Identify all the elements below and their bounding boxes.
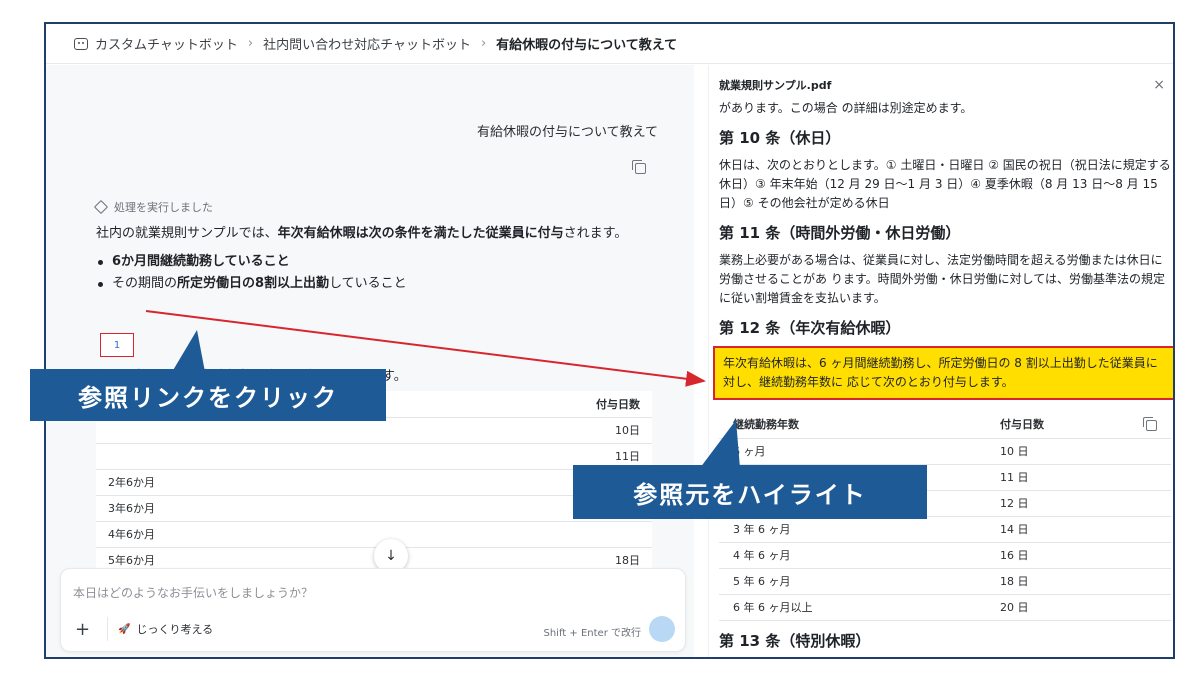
article-10-text: 休日は、次のとおりとします。① 土曜日・日曜日 ② 国民の祝日（祝日法に規定する… — [719, 158, 1171, 210]
highlighted-source: 年次有給休暇は、6 ヶ月間継続勤務し、所定労働日の 8 割以上出勤した従業員に対… — [713, 346, 1173, 400]
table-row: 5 年 6 ヶ月 18 日 — [719, 568, 1171, 595]
plus-icon[interactable]: + — [75, 619, 90, 640]
breadcrumb-item-custom-chatbot[interactable]: カスタムチャットボット — [95, 34, 238, 53]
callout-highlight-source: 参照元をハイライト — [573, 465, 927, 519]
article-10-title: 第 10 条（休日） — [719, 129, 841, 147]
chevron-right-icon: › — [480, 36, 487, 51]
chat-input-box[interactable]: 本日はどのようなお手伝いをしましょうか？ + 🚀 じっくり考える Shift +… — [60, 568, 686, 652]
think-deeply-button[interactable]: 🚀 じっくり考える — [107, 617, 223, 641]
condition-1: 6か月間継続勤務していること — [112, 254, 290, 269]
table-header-row: 継続勤務年数 付与日数 — [719, 412, 1171, 439]
table-header-days: 付与日数 — [417, 391, 652, 418]
breadcrumb-item-current: 有給休暇の付与について教えて — [496, 38, 678, 53]
user-message: 有給休暇の付与について教えて — [477, 125, 658, 140]
table-row: 3 年 6 ヶ月 14 日 — [719, 516, 1171, 543]
process-status-text: 処理を実行しました — [114, 201, 213, 214]
table-cell-years: 4 年 6 ヶ月 — [719, 542, 986, 569]
chat-input[interactable]: 本日はどのようなお手伝いをしましょうか？ — [73, 584, 313, 601]
table-row: 6 年 6 ヶ月以上 20 日 — [719, 594, 1171, 621]
table-cell-days: 11 日 — [986, 464, 1171, 491]
article-11-text: 業務上必要がある場合は、従業員に対し、法定労働時間を超える労働または休日に労働さ… — [719, 253, 1166, 305]
table-header-days-text: 付与日数 — [1000, 418, 1044, 432]
condition-2-post: していること — [329, 276, 407, 291]
breadcrumb: カスタムチャットボット › 社内問い合わせ対応チャットボット › 有給休暇の付与… — [46, 24, 1173, 64]
answer-intro: 社内の就業規則サンプルでは、年次有給休暇は次の条件を満たした従業員に付与されます… — [96, 222, 627, 241]
table-cell-years: 3 年 6 ヶ月 — [719, 516, 986, 543]
bot-icon — [74, 37, 88, 50]
table-header-years: 継続勤務年数 — [719, 412, 986, 439]
article-11-title: 第 11 条（時間外労働・休日労働） — [719, 224, 961, 242]
table-cell-days: 10日 — [417, 417, 652, 444]
copy-icon[interactable] — [1143, 417, 1157, 431]
table-cell-days: 16 日 — [986, 542, 1171, 569]
list-item: 6か月間継続勤務していること — [96, 251, 407, 273]
table-cell-days: 10 日 — [986, 438, 1171, 465]
close-icon[interactable]: × — [1153, 77, 1165, 93]
table-cell-years: 5 年 6 ヶ月 — [719, 568, 986, 595]
rocket-icon: 🚀 — [118, 623, 131, 635]
answer-intro-bold: 年次有給休暇は次の条件を満たした従業員に付与 — [277, 226, 564, 241]
article-12-title: 第 12 条（年次有給休暇） — [719, 319, 901, 337]
answer-intro-post: されます。 — [563, 226, 628, 241]
article-13-title: 第 13 条（特別休暇） — [719, 631, 871, 650]
table-row: 3年6か月 — [96, 495, 652, 522]
answer-intro-pre: 社内の就業規則サンプルでは、 — [96, 226, 278, 241]
table-cell-years: 6 年 6 ヶ月以上 — [719, 594, 986, 621]
table-row: 6 ヶ月 10 日 — [719, 438, 1171, 465]
arrow-down-icon: ↓ — [385, 548, 397, 564]
list-item: その期間の所定労働日の8割以上出勤していること — [96, 273, 407, 295]
chevron-right-icon: › — [247, 36, 254, 51]
cube-icon — [93, 199, 109, 215]
pdf-intro-line: があります。この場合 の詳細は別途定めます。 — [719, 101, 973, 115]
condition-list: 6か月間継続勤務していること その期間の所定労働日の8割以上出勤していること — [96, 251, 407, 295]
callout-click-reference: 参照リンクをクリック — [30, 369, 386, 421]
table-row: 4 年 6 ヶ月 16 日 — [719, 542, 1171, 569]
pdf-viewer: 就業規則サンプル.pdf × があります。この場合 の詳細は別途定めます。 第 … — [708, 65, 1173, 657]
table-cell-days — [417, 521, 652, 548]
condition-2-pre: その期間の — [112, 276, 178, 291]
table-header-days: 付与日数 — [986, 412, 1171, 439]
pdf-header: 就業規則サンプル.pdf × — [719, 73, 1169, 97]
app-window: カスタムチャットボット › 社内問い合わせ対応チャットボット › 有給休暇の付与… — [44, 22, 1175, 659]
table-cell-days: 20 日 — [986, 594, 1171, 621]
process-status: 処理を実行しました — [93, 199, 213, 215]
condition-2-bold: 所定労働日の8割以上出勤 — [177, 276, 330, 291]
table-row: 11日 — [96, 443, 652, 470]
table-row: 2年6か月12日 — [96, 469, 652, 496]
table-cell-years: 3年6か月 — [96, 495, 418, 522]
table-cell-years: 4年6か月 — [96, 521, 418, 548]
copy-icon[interactable] — [632, 160, 646, 174]
table-row: 4年6か月 — [96, 521, 652, 548]
pdf-filename: 就業規則サンプル.pdf — [719, 79, 832, 92]
table-cell-years: 6 ヶ月 — [719, 438, 986, 465]
shortcut-hint: Shift + Enter で改行 — [543, 628, 642, 639]
think-deeply-label: じっくり考える — [136, 623, 214, 636]
highlight-text: 年次有給休暇は、6 ヶ月間継続勤務し、所定労働日の 8 割以上出勤した従業員に対… — [715, 348, 1173, 398]
table-cell-days: 14 日 — [986, 516, 1171, 543]
reference-link[interactable]: 1 — [100, 333, 134, 357]
breadcrumb-item-internal-chatbot[interactable]: 社内問い合わせ対応チャットボット — [263, 34, 471, 53]
table-cell-years: 2年6か月 — [96, 469, 418, 496]
pdf-content: があります。この場合 の詳細は別途定めます。 第 10 条（休日） 休日は、次の… — [713, 99, 1173, 657]
table-cell-days: 18 日 — [986, 568, 1171, 595]
table-cell-days: 12 日 — [986, 490, 1171, 517]
send-button[interactable] — [649, 616, 675, 642]
table-cell-years — [96, 443, 418, 470]
chat-panel: 有給休暇の付与について教えて 処理を実行しました 社内の就業規則サンプルでは、年… — [46, 65, 694, 657]
